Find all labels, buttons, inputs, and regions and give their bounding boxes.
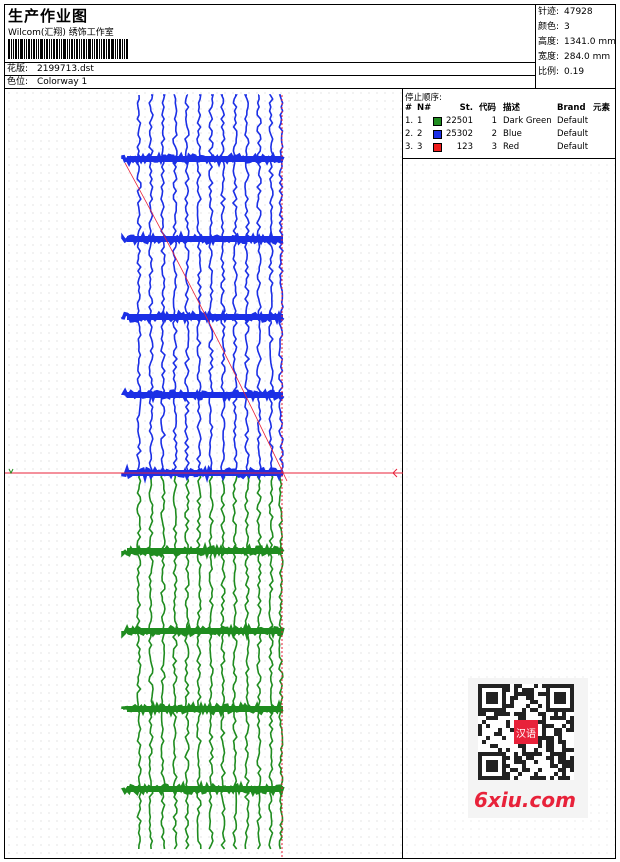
blue-band-icon xyxy=(127,392,283,398)
design-label: 花版: xyxy=(7,64,29,74)
stat-width: 宽度: 284.0 mm xyxy=(538,52,611,62)
embroidery-design-icon xyxy=(5,94,403,858)
stop-row: 2. 2 25302 2 Blue Default xyxy=(405,129,589,139)
stat-scale: 比例: 0.19 xyxy=(538,67,585,77)
blue-strand-icon xyxy=(231,94,238,472)
green-band-icon xyxy=(127,786,283,792)
blue-strand-icon xyxy=(172,94,178,472)
blue-strand-icon xyxy=(256,94,262,472)
blue-strand-icon xyxy=(243,94,251,472)
watermark: 汉语 6xiu.com xyxy=(468,678,588,818)
green-band-icon xyxy=(127,706,283,712)
green-strand-icon xyxy=(208,472,214,850)
blue-strand-icon xyxy=(148,94,154,472)
stop-sequence-header: # N# St. 代码 描述 Brand 元素 xyxy=(405,103,611,113)
origin-marker-icon xyxy=(8,468,14,475)
color-swatch xyxy=(433,117,442,126)
blue-strand-icon xyxy=(207,94,215,472)
stat-stitches: 针迹: 47928 xyxy=(538,7,593,17)
company-name: Wilcom(汇翔) 绣饰工作室 xyxy=(8,28,114,38)
green-band-icon xyxy=(127,628,283,634)
embroidery-preview xyxy=(5,89,403,858)
design-stats: 针迹: 47928 颜色: 3 高度: 1341.0 mm 宽度: 284.0 mm 比… xyxy=(536,5,616,89)
stop-row: 1. 1 22501 1 Dark Green Default xyxy=(405,116,589,126)
colorway-name: Colorway 1 xyxy=(37,77,88,87)
stat-height: 高度: 1341.0 mm xyxy=(538,37,616,47)
qr-code-icon: 汉语 xyxy=(478,684,574,780)
color-swatch xyxy=(433,130,442,139)
blue-strand-icon xyxy=(268,94,274,472)
blue-strand-icon xyxy=(196,94,202,472)
blue-strand-icon xyxy=(136,94,142,472)
page-title: 生产作业图 xyxy=(8,7,89,25)
blue-strand-icon xyxy=(220,94,227,472)
header-info: 生产作业图 Wilcom(汇翔) 绣饰工作室 花版: 2199713.dst 色位… xyxy=(5,5,536,89)
color-swatch xyxy=(433,143,442,152)
design-file-name: 2199713.dst xyxy=(37,64,94,74)
green-band-icon xyxy=(127,548,283,554)
blue-band-icon xyxy=(127,156,283,162)
design-file-row: 花版: 2199713.dst xyxy=(5,62,536,74)
colorway-row: 色位: Colorway 1 xyxy=(5,75,536,87)
stop-row: 3. 3 123 3 Red Default xyxy=(405,142,589,152)
blue-strand-icon xyxy=(160,94,167,472)
stop-sequence-panel: 停止顺序: # N# St. 代码 描述 Brand 元素 1. 1 22501… xyxy=(403,89,615,159)
stat-colors: 颜色: 3 xyxy=(538,22,570,32)
watermark-logo: 6xiu.com xyxy=(474,788,576,812)
green-strand-icon xyxy=(220,472,226,850)
barcode-icon xyxy=(8,39,142,59)
colorway-label: 色位: xyxy=(7,77,29,87)
blue-band-icon xyxy=(127,236,283,242)
seal-text: 汉语 xyxy=(516,728,536,740)
green-strand-icon xyxy=(148,472,154,850)
